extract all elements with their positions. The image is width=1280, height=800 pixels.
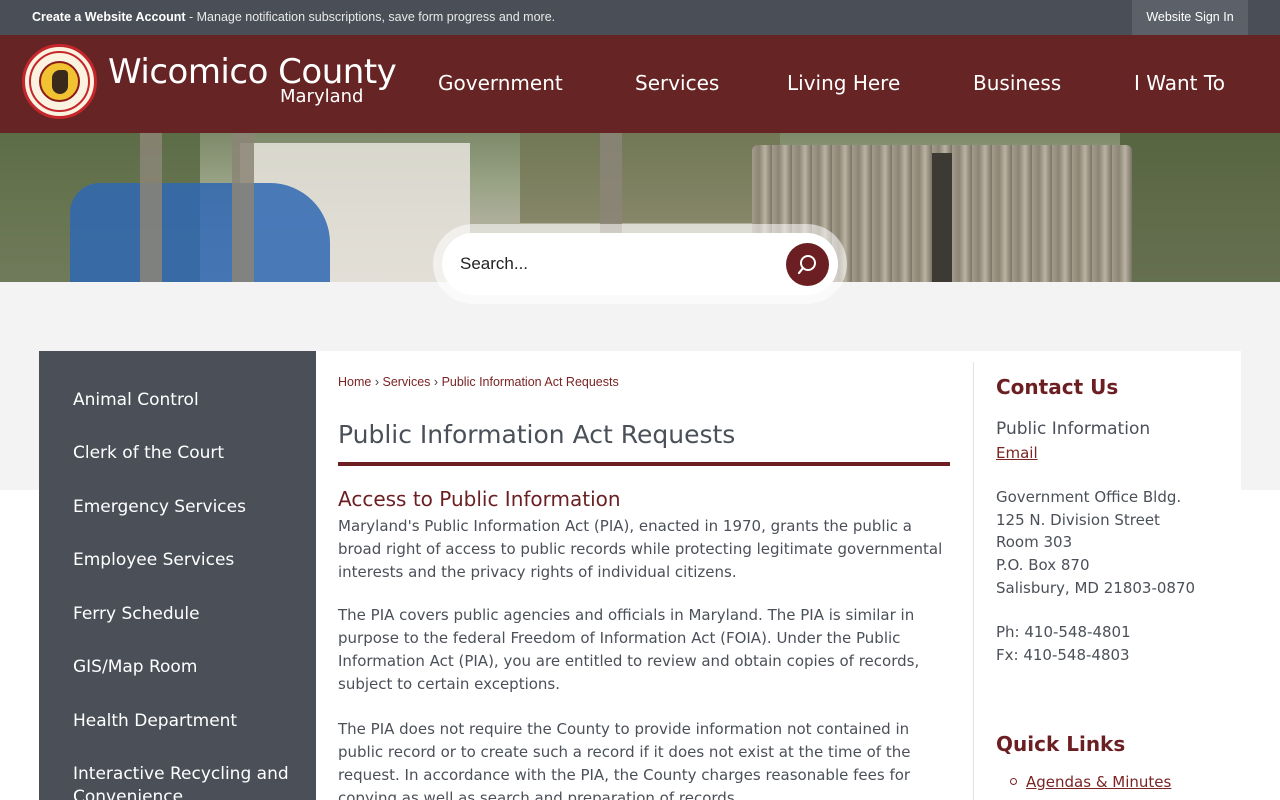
breadcrumb-separator: › — [374, 375, 379, 389]
contact-email-link[interactable]: Email — [996, 444, 1038, 462]
seal-center — [39, 61, 80, 102]
address-line: Salisbury, MD 21803-0870 — [996, 579, 1196, 597]
nav-government[interactable]: Government — [438, 35, 563, 133]
breadcrumb: Home › Services › Public Information Act… — [338, 375, 619, 389]
website-sign-in-button[interactable]: Website Sign In — [1132, 0, 1248, 35]
search-input[interactable] — [442, 233, 838, 295]
address-line: Government Office Bldg. — [996, 488, 1182, 506]
utility-bar: Create a Website Account - Manage notifi… — [0, 0, 1280, 35]
quick-link-item[interactable]: Agendas & Minutes — [1010, 773, 1171, 791]
nav-i-want-to[interactable]: I Want To — [1134, 35, 1225, 133]
address-line: Room 303 — [996, 533, 1073, 551]
body-paragraph: Maryland's Public Information Act (PIA),… — [338, 517, 943, 581]
breadcrumb-services[interactable]: Services — [382, 375, 430, 389]
breadcrumb-current[interactable]: Public Information Act Requests — [442, 375, 619, 389]
hero-piling-shadow — [932, 153, 952, 282]
sidebar-item-interactive-recycling[interactable]: Interactive Recycling and Convenience — [73, 763, 293, 800]
nav-business[interactable]: Business — [973, 35, 1061, 133]
nav-living-here[interactable]: Living Here — [787, 35, 900, 133]
address-line: 125 N. Division Street — [996, 511, 1160, 529]
search-button[interactable] — [786, 243, 829, 286]
sidebar-item-emergency-services[interactable]: Emergency Services — [73, 496, 293, 519]
sidebar-item-gis-map-room[interactable]: GIS/Map Room — [73, 656, 293, 679]
county-seal-logo[interactable] — [22, 44, 97, 119]
sidebar-nav: Animal Control Clerk of the Court Emerge… — [39, 351, 316, 800]
search-icon — [797, 255, 816, 275]
address-line: P.O. Box 870 — [996, 556, 1090, 574]
sidebar-item-health-department[interactable]: Health Department — [73, 710, 293, 733]
sidebar-item-employee-services[interactable]: Employee Services — [73, 549, 293, 572]
quick-links-heading: Quick Links — [996, 732, 1126, 756]
seal-figure — [52, 70, 68, 94]
hero-foliage-right — [1120, 133, 1280, 282]
hero-foliage-middle — [520, 133, 780, 223]
site-subtitle: Maryland — [280, 86, 364, 107]
contact-fax: Fx: 410-548-4803 — [996, 646, 1130, 664]
body-paragraph: The PIA covers public agencies and offic… — [338, 606, 920, 693]
contact-phone: Ph: 410-548-4801 — [996, 623, 1131, 641]
section-heading: Access to Public Information — [338, 487, 621, 511]
quick-link-agendas-minutes[interactable]: Agendas & Minutes — [1026, 773, 1171, 791]
hero-post — [232, 133, 254, 282]
create-account-text: - Manage notification subscriptions, sav… — [185, 10, 556, 24]
contact-department: Public Information — [996, 419, 1151, 439]
circle-bullet-icon — [1010, 778, 1017, 785]
create-account-link[interactable]: Create a Website Account - Manage notifi… — [32, 10, 555, 24]
sidebar-item-clerk-of-the-court[interactable]: Clerk of the Court — [73, 442, 293, 465]
page-title: Public Information Act Requests — [338, 420, 736, 449]
breadcrumb-separator: › — [433, 375, 439, 389]
create-account-strong[interactable]: Create a Website Account — [32, 10, 186, 24]
breadcrumb-home[interactable]: Home — [338, 375, 371, 389]
hero-blue-tarp — [70, 183, 330, 282]
sidebar-item-animal-control[interactable]: Animal Control — [73, 389, 293, 412]
column-divider — [973, 362, 974, 800]
contact-us-heading: Contact Us — [996, 375, 1119, 399]
sidebar-item-ferry-schedule[interactable]: Ferry Schedule — [73, 603, 293, 626]
search-container — [433, 224, 847, 304]
nav-services[interactable]: Services — [635, 35, 719, 133]
title-divider — [338, 462, 950, 466]
body-paragraph: The PIA does not require the County to p… — [338, 720, 911, 800]
hero-post — [140, 133, 162, 282]
